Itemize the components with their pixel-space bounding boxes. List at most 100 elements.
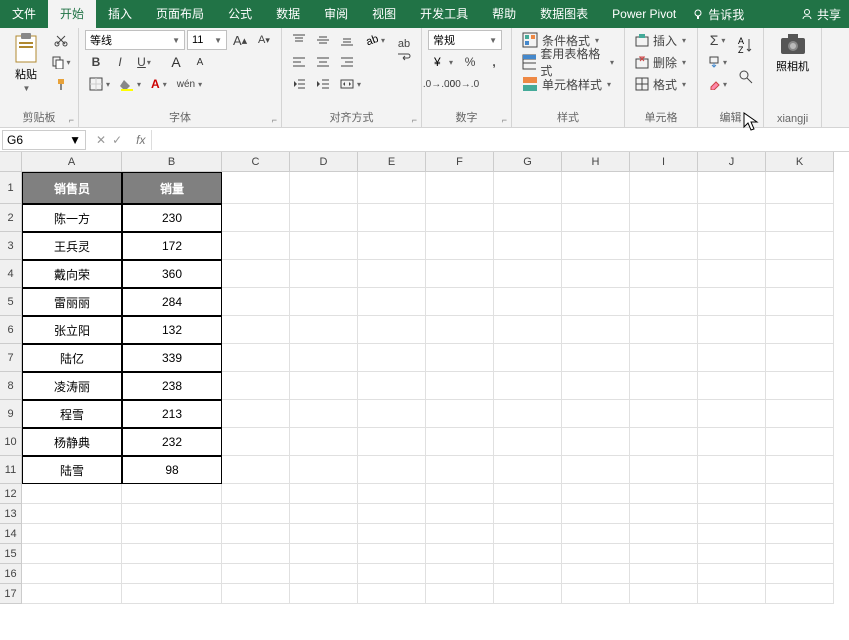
cell-G10[interactable]: [494, 428, 562, 456]
tab-dev[interactable]: 开发工具: [408, 0, 480, 28]
cell-C15[interactable]: [222, 544, 290, 564]
paste-button[interactable]: 粘贴 ▼: [6, 30, 46, 95]
cell-J16[interactable]: [698, 564, 766, 584]
tab-home[interactable]: 开始: [48, 0, 96, 28]
cell-F10[interactable]: [426, 428, 494, 456]
cell-G9[interactable]: [494, 400, 562, 428]
cell-K8[interactable]: [766, 372, 834, 400]
cell-H5[interactable]: [562, 288, 630, 316]
comma-button[interactable]: ,: [483, 52, 505, 72]
cell-G11[interactable]: [494, 456, 562, 484]
cell-B2[interactable]: 230: [122, 204, 222, 232]
cell-A13[interactable]: [22, 504, 122, 524]
tab-datachart[interactable]: 数据图表: [528, 0, 600, 28]
italic-button[interactable]: I: [109, 52, 131, 72]
cell-B11[interactable]: 98: [122, 456, 222, 484]
row-header-2[interactable]: 2: [0, 204, 22, 232]
cell-G3[interactable]: [494, 232, 562, 260]
tab-layout[interactable]: 页面布局: [144, 0, 216, 28]
cell-A3[interactable]: 王兵灵: [22, 232, 122, 260]
percent-button[interactable]: %: [459, 52, 481, 72]
col-header-F[interactable]: F: [426, 152, 494, 172]
cell-E13[interactable]: [358, 504, 426, 524]
cell-D11[interactable]: [290, 456, 358, 484]
share-button[interactable]: 共享: [793, 6, 849, 23]
cell-G6[interactable]: [494, 316, 562, 344]
table-format-button[interactable]: 套用表格格式▾: [518, 52, 618, 72]
row-header-4[interactable]: 4: [0, 260, 22, 288]
cell-F12[interactable]: [426, 484, 494, 504]
cell-G8[interactable]: [494, 372, 562, 400]
cell-G15[interactable]: [494, 544, 562, 564]
cell-A10[interactable]: 杨静典: [22, 428, 122, 456]
cell-C5[interactable]: [222, 288, 290, 316]
cell-E12[interactable]: [358, 484, 426, 504]
tab-view[interactable]: 视图: [360, 0, 408, 28]
cell-styles-button[interactable]: 单元格样式▾: [518, 74, 618, 94]
cell-D14[interactable]: [290, 524, 358, 544]
cell-G17[interactable]: [494, 584, 562, 604]
row-header-9[interactable]: 9: [0, 400, 22, 428]
cell-A2[interactable]: 陈一方: [22, 204, 122, 232]
cell-F4[interactable]: [426, 260, 494, 288]
cell-K15[interactable]: [766, 544, 834, 564]
tab-data[interactable]: 数据: [264, 0, 312, 28]
align-top-button[interactable]: [288, 30, 310, 50]
cell-I6[interactable]: [630, 316, 698, 344]
cell-C3[interactable]: [222, 232, 290, 260]
cell-H17[interactable]: [562, 584, 630, 604]
cell-E17[interactable]: [358, 584, 426, 604]
delete-cells-button[interactable]: 删除▾: [631, 52, 691, 72]
row-header-3[interactable]: 3: [0, 232, 22, 260]
cell-F17[interactable]: [426, 584, 494, 604]
cell-E14[interactable]: [358, 524, 426, 544]
formula-input[interactable]: [151, 130, 849, 150]
cell-G2[interactable]: [494, 204, 562, 232]
cell-A16[interactable]: [22, 564, 122, 584]
cell-E10[interactable]: [358, 428, 426, 456]
currency-button[interactable]: ¥▾: [428, 52, 457, 72]
row-header-17[interactable]: 17: [0, 584, 22, 604]
cell-K9[interactable]: [766, 400, 834, 428]
cell-I13[interactable]: [630, 504, 698, 524]
autosum-button[interactable]: Σ▾: [704, 30, 731, 50]
cell-I9[interactable]: [630, 400, 698, 428]
cell-I8[interactable]: [630, 372, 698, 400]
cell-B6[interactable]: 132: [122, 316, 222, 344]
cell-C1[interactable]: [222, 172, 290, 204]
cell-B7[interactable]: 339: [122, 344, 222, 372]
decrease-decimal-button[interactable]: .00→.0: [452, 74, 474, 94]
cell-E15[interactable]: [358, 544, 426, 564]
cell-C2[interactable]: [222, 204, 290, 232]
cell-B12[interactable]: [122, 484, 222, 504]
cell-C13[interactable]: [222, 504, 290, 524]
row-header-5[interactable]: 5: [0, 288, 22, 316]
cell-H12[interactable]: [562, 484, 630, 504]
cell-J17[interactable]: [698, 584, 766, 604]
cell-H9[interactable]: [562, 400, 630, 428]
cancel-formula-button[interactable]: ✕: [96, 133, 106, 147]
cell-H13[interactable]: [562, 504, 630, 524]
cell-F13[interactable]: [426, 504, 494, 524]
row-header-11[interactable]: 11: [0, 456, 22, 484]
cell-A14[interactable]: [22, 524, 122, 544]
insert-cells-button[interactable]: 插入▾: [631, 30, 691, 50]
cell-G14[interactable]: [494, 524, 562, 544]
tab-formulas[interactable]: 公式: [216, 0, 264, 28]
cell-D1[interactable]: [290, 172, 358, 204]
cell-B8[interactable]: 238: [122, 372, 222, 400]
cell-B3[interactable]: 172: [122, 232, 222, 260]
cell-H3[interactable]: [562, 232, 630, 260]
cell-H6[interactable]: [562, 316, 630, 344]
cell-I2[interactable]: [630, 204, 698, 232]
cell-D17[interactable]: [290, 584, 358, 604]
cell-F1[interactable]: [426, 172, 494, 204]
cell-H10[interactable]: [562, 428, 630, 456]
cell-G7[interactable]: [494, 344, 562, 372]
shrink-font-icon[interactable]: A: [189, 52, 211, 72]
cell-I15[interactable]: [630, 544, 698, 564]
cell-K12[interactable]: [766, 484, 834, 504]
cell-D8[interactable]: [290, 372, 358, 400]
cell-G16[interactable]: [494, 564, 562, 584]
col-header-I[interactable]: I: [630, 152, 698, 172]
